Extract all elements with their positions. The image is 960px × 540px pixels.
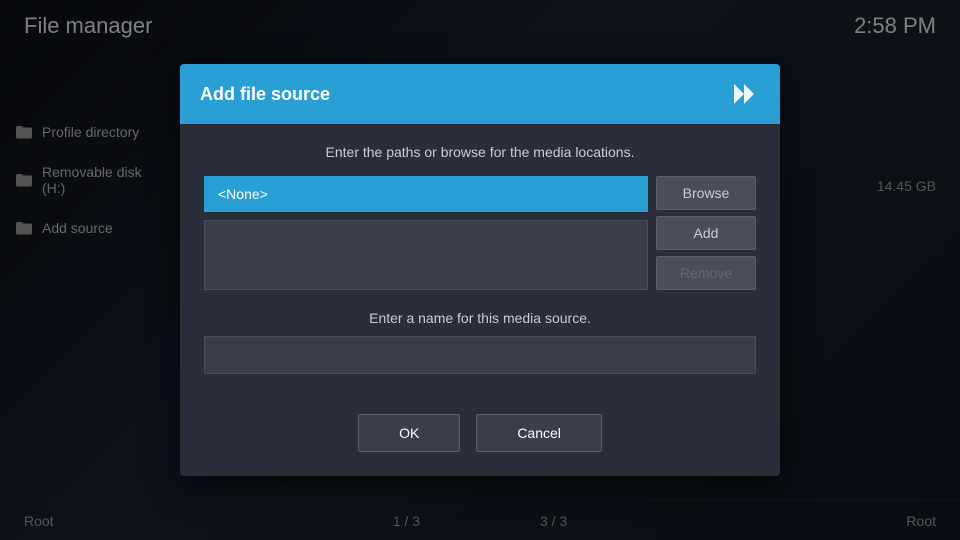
kodi-logo-icon (728, 78, 760, 110)
dialog-body: Enter the paths or browse for the media … (180, 124, 780, 394)
remove-button[interactable]: Remove (656, 256, 756, 290)
path-row: <None> Browse Add Remove (204, 176, 756, 290)
name-section: Enter a name for this media source. (204, 310, 756, 374)
cancel-button[interactable]: Cancel (476, 414, 602, 452)
modal-overlay: Add file source Enter the paths or brows… (0, 0, 960, 540)
add-file-source-dialog: Add file source Enter the paths or brows… (180, 64, 780, 476)
dialog-header: Add file source (180, 64, 780, 124)
path-area[interactable] (204, 220, 648, 290)
path-input-selected[interactable]: <None> (204, 176, 648, 212)
path-instruction: Enter the paths or browse for the media … (204, 144, 756, 160)
name-input[interactable] (204, 336, 756, 374)
action-buttons: Browse Add Remove (656, 176, 756, 290)
dialog-footer: OK Cancel (180, 394, 780, 476)
add-button[interactable]: Add (656, 216, 756, 250)
name-instruction: Enter a name for this media source. (204, 310, 756, 326)
ok-button[interactable]: OK (358, 414, 460, 452)
dialog-title: Add file source (200, 84, 330, 105)
browse-button[interactable]: Browse (656, 176, 756, 210)
